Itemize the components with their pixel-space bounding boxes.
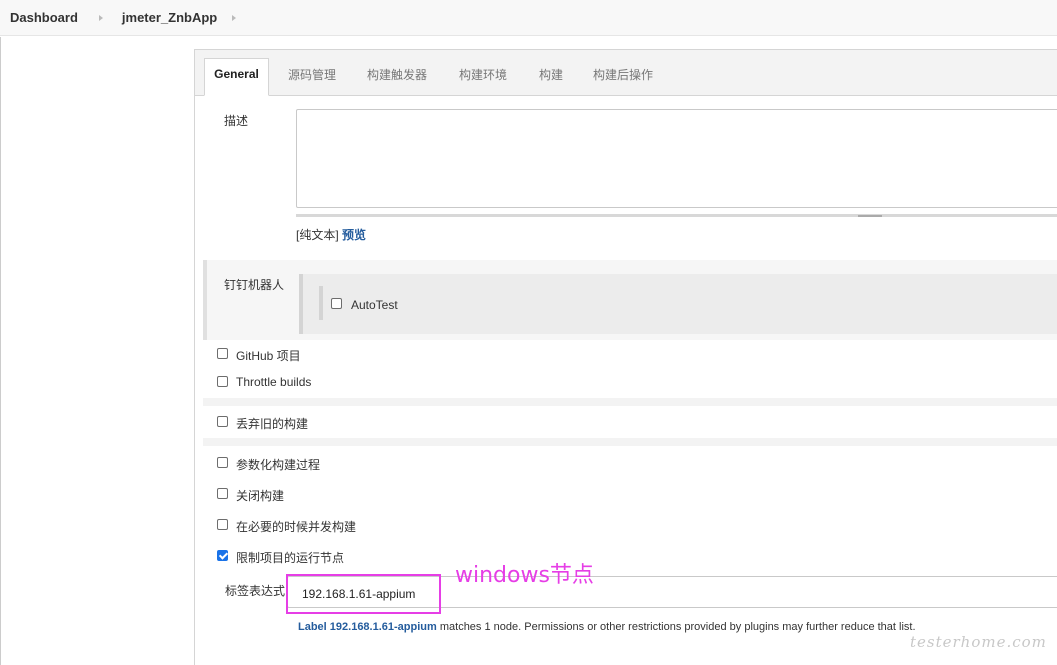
- option-label-parameterized: 参数化构建过程: [236, 458, 321, 472]
- tab-post-build[interactable]: 构建后操作: [593, 66, 653, 83]
- option-label-throttle-builds: Throttle builds: [236, 375, 312, 389]
- dingtalk-robot-checkbox[interactable]: [331, 298, 342, 309]
- option-label-github-project: GitHub 项目: [236, 349, 301, 363]
- divider: [203, 438, 1057, 446]
- description-textarea[interactable]: [296, 109, 1057, 208]
- tab-build[interactable]: 构建: [539, 66, 563, 83]
- annotation-text: windows节点: [455, 563, 594, 588]
- resize-handle[interactable]: [296, 214, 1057, 217]
- breadcrumb: Dashboard jmeter_ZnbApp: [0, 0, 1057, 36]
- watermark: testerhome.com: [910, 633, 1047, 651]
- dingtalk-robot-group: AutoTest: [299, 274, 1057, 334]
- tab-build-triggers[interactable]: 构建触发器: [367, 66, 427, 83]
- option-checkbox-concurrent-builds[interactable]: [217, 519, 228, 530]
- divider: [319, 286, 323, 320]
- option-checkbox-discard-builds[interactable]: [217, 416, 228, 427]
- divider: [203, 398, 1057, 406]
- chevron-right-icon[interactable]: [94, 10, 110, 26]
- breadcrumb-dashboard-link[interactable]: Dashboard: [10, 10, 78, 25]
- tab-build-environment[interactable]: 构建环境: [459, 66, 507, 83]
- breadcrumb-job-link[interactable]: jmeter_ZnbApp: [122, 10, 217, 25]
- tab-general[interactable]: General: [204, 58, 269, 96]
- dingtalk-robot-name: AutoTest: [351, 298, 398, 312]
- chevron-right-icon[interactable]: [227, 10, 243, 26]
- label-match-text: matches 1 node. Permissions or other res…: [436, 621, 916, 633]
- option-checkbox-parameterized[interactable]: [217, 457, 228, 468]
- config-tabs: General 源码管理 构建触发器 构建环境 构建 构建后操作: [195, 50, 1057, 96]
- preview-prefix: [纯文本]: [296, 228, 339, 242]
- description-label: 描述: [224, 114, 249, 128]
- option-label-discard-builds: 丢弃旧的构建: [236, 417, 309, 431]
- config-panel: General 源码管理 构建触发器 构建环境 构建 构建后操作 描述 [纯文本…: [194, 49, 1057, 665]
- tab-scm[interactable]: 源码管理: [288, 66, 336, 83]
- dingtalk-label: 钉钉机器人: [224, 278, 285, 292]
- option-checkbox-github-project[interactable]: [217, 348, 228, 359]
- label-expression-label: 标签表达式: [225, 584, 286, 598]
- label-match-message: Label 192.168.1.61-appium matches 1 node…: [298, 621, 916, 633]
- option-checkbox-throttle-builds[interactable]: [217, 376, 228, 387]
- description-preview: [纯文本] 预览: [296, 226, 366, 243]
- option-checkbox-restrict-node[interactable]: [217, 550, 228, 561]
- divider: [0, 37, 1, 665]
- option-label-restrict-node: 限制项目的运行节点: [236, 551, 345, 565]
- option-label-concurrent-builds: 在必要的时候并发构建: [236, 520, 357, 534]
- annotation-highlight-box: [286, 574, 441, 614]
- option-label-disable-build: 关闭构建: [236, 489, 285, 503]
- option-checkbox-disable-build[interactable]: [217, 488, 228, 499]
- preview-link[interactable]: 预览: [342, 228, 366, 242]
- label-match-link[interactable]: Label 192.168.1.61-appium: [298, 621, 437, 633]
